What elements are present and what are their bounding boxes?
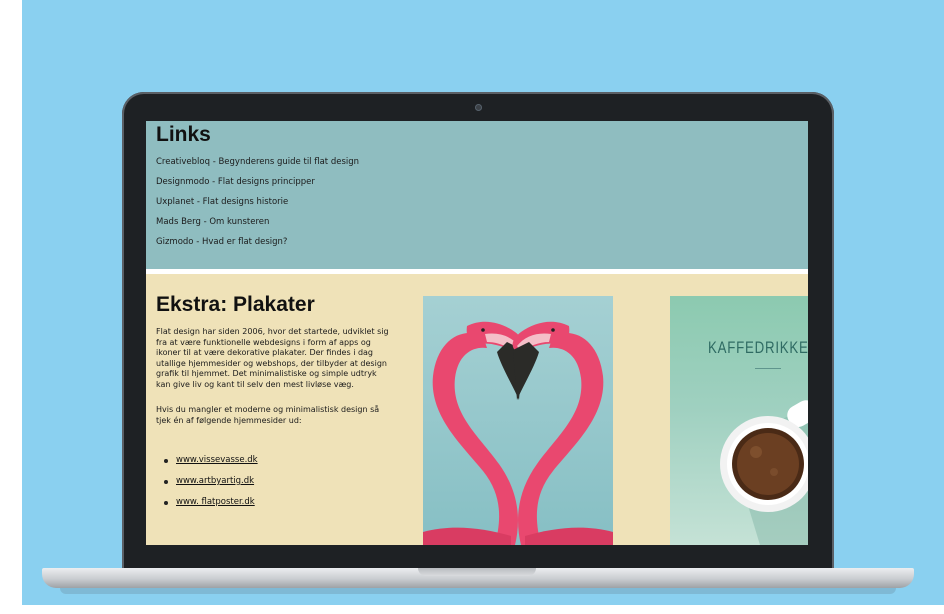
laptop-screen: Links Creativebloq - Begynderens guide t… <box>146 121 808 545</box>
site-link-vissevasse[interactable]: www.vissevasse.dk <box>176 455 258 465</box>
link-gizmodo[interactable]: Gizmodo - Hvad er flat design? <box>156 237 287 247</box>
extra-title: Ekstra: Plakater <box>156 293 315 316</box>
coffee-poster: KAFFEDRIKKER <box>670 296 808 545</box>
link-creativebloq[interactable]: Creativebloq - Begynderens guide til fla… <box>156 157 359 167</box>
list-item: www.vissevasse.dk <box>164 455 258 476</box>
flamingo-poster <box>423 296 613 545</box>
link-mads-berg[interactable]: Mads Berg - Om kunsteren <box>156 217 269 227</box>
site-list: www.vissevasse.dk www.artbyartig.dk www.… <box>164 455 258 518</box>
links-title: Links <box>156 123 211 146</box>
links-section: Links Creativebloq - Begynderens guide t… <box>146 121 808 269</box>
site-link-artbyartig[interactable]: www.artbyartig.dk <box>176 476 254 486</box>
extra-paragraph: Flat design har siden 2006, hvor det sta… <box>156 327 389 389</box>
list-item: www.artbyartig.dk <box>164 476 258 497</box>
site-link-flatposter[interactable]: www. flatposter.dk <box>176 497 255 507</box>
flamingo-illustration <box>423 296 613 545</box>
camera-icon <box>475 104 482 111</box>
laptop-shadow <box>60 588 896 594</box>
list-item: www. flatposter.dk <box>164 497 258 518</box>
link-uxplanet[interactable]: Uxplanet - Flat designs historie <box>156 197 288 207</box>
section-divider <box>146 269 808 274</box>
extra-paragraph-sites-intro: Hvis du mangler et moderne og minimalist… <box>156 405 380 425</box>
link-designmodo[interactable]: Designmodo - Flat designs principper <box>156 177 315 187</box>
coffee-cup-illustration <box>720 400 808 545</box>
laptop-notch <box>418 568 536 576</box>
